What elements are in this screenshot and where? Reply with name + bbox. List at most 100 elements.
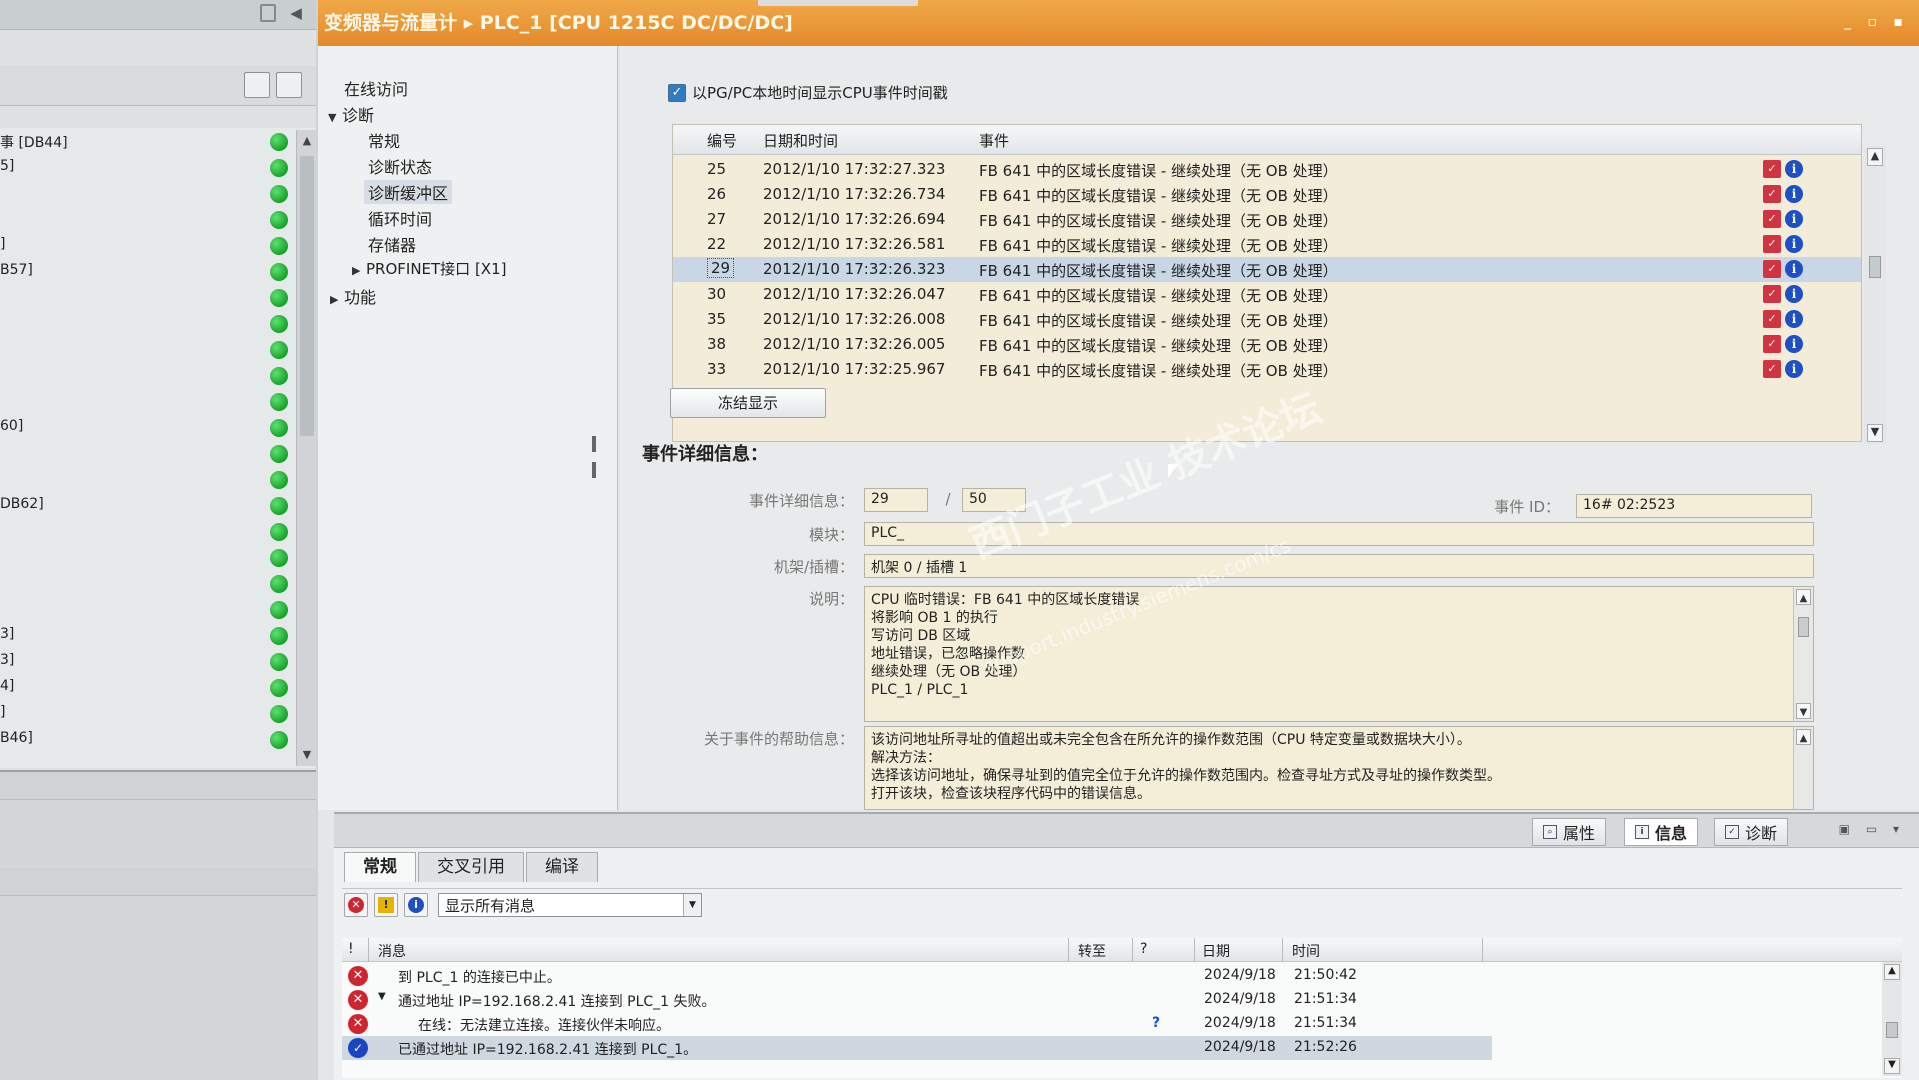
tab-properties[interactable]: ⌕ 属性 [1532, 818, 1607, 846]
tree-item[interactable] [0, 442, 300, 466]
network-view-icon[interactable] [276, 72, 302, 98]
tree-item[interactable]: 5] [0, 156, 300, 180]
window-controls[interactable]: _ ▫ ▪ [1844, 14, 1909, 30]
filter-warnings-button[interactable]: ! [374, 893, 398, 917]
tree-item[interactable]: ] [0, 234, 300, 258]
event-row[interactable]: 27 2012/1/10 17:32:26.694 FB 641 中的区域长度错误 … [673, 207, 1861, 232]
local-time-option[interactable]: ✓ 以PG/PC本地时间显示CPU事件时间戳 [668, 82, 948, 103]
column-divider[interactable] [1482, 938, 1483, 962]
table-view-icon[interactable] [244, 72, 270, 98]
tree-item[interactable]: 4] [0, 676, 300, 700]
event-row[interactable]: 22 2012/1/10 17:32:26.581 FB 641 中的区域长度错误 … [673, 232, 1861, 257]
detail-num-field[interactable]: 29 [864, 488, 928, 512]
message-row[interactable]: ✕ 到 PLC_1 的连接已中止。 2024/9/18 21:50:42 [342, 964, 1492, 988]
col-event-header[interactable]: 事件 [979, 130, 1009, 151]
local-time-checkbox[interactable]: ✓ [668, 83, 686, 102]
scroll-thumb[interactable] [1886, 1022, 1898, 1038]
chevron-down-icon[interactable]: ▼ [683, 894, 701, 916]
collapse-arrow-icon[interactable]: ▼ [378, 991, 386, 1002]
tree-item[interactable] [0, 312, 300, 336]
col-help-header[interactable]: ? [1140, 941, 1147, 957]
project-tree-scrollbar[interactable]: ▲ ▼ [296, 130, 316, 766]
tree-item[interactable]: ] [0, 702, 300, 726]
nav-diag-buffer[interactable]: 诊断缓冲区 [364, 180, 453, 204]
column-divider[interactable] [368, 938, 369, 962]
col-time-header[interactable]: 时间 [1292, 941, 1320, 961]
col-datetime-header[interactable]: 日期和时间 [763, 130, 838, 151]
tree-item[interactable]: 60] [0, 416, 300, 440]
expand-right-icon[interactable]: ▶ [330, 293, 344, 306]
column-divider[interactable] [1282, 938, 1283, 962]
scroll-down-icon[interactable]: ▼ [1884, 1058, 1900, 1074]
column-divider[interactable] [1194, 938, 1195, 962]
nav-functions[interactable]: ▶ 功能 [330, 284, 376, 308]
event-row[interactable]: 30 2012/1/10 17:32:26.047 FB 641 中的区域长度错误 … [673, 282, 1861, 307]
col-num-header[interactable]: 编号 [707, 130, 737, 151]
tree-item[interactable] [0, 208, 300, 232]
collapse-left-icon[interactable]: ◀ [286, 4, 306, 24]
tree-item[interactable] [0, 364, 300, 388]
column-divider[interactable] [1068, 938, 1069, 962]
subtab-general[interactable]: 常规 [344, 852, 416, 882]
tree-item[interactable]: 事 [DB44] [0, 130, 300, 154]
tree-item[interactable]: B46] [0, 728, 300, 752]
help-scrollbar[interactable]: ▲ [1793, 727, 1813, 809]
tab-diagnostics[interactable]: ✓ 诊断 [1714, 818, 1789, 846]
scroll-thumb[interactable] [300, 156, 314, 436]
nav-memory[interactable]: 存储器 [368, 232, 416, 256]
message-row[interactable]: ✕ ▼ 通过地址 IP=192.168.2.41 连接到 PLC_1 失败。 2024… [342, 988, 1492, 1012]
filter-errors-button[interactable]: ✕ [344, 893, 368, 917]
nav-online-access[interactable]: 在线访问 [344, 76, 408, 100]
inspector-window-controls[interactable]: ▣ ▭ ▾ [1839, 822, 1905, 836]
message-row[interactable]: ✕ 在线：无法建立连接。连接伙伴未响应。? 2024/9/18 21:51:34 [342, 1012, 1492, 1036]
event-row[interactable]: 35 2012/1/10 17:32:26.008 FB 641 中的区域长度错误 … [673, 307, 1861, 332]
scroll-thumb[interactable] [1798, 617, 1809, 637]
col-goto-header[interactable]: 转至 [1078, 941, 1106, 961]
nav-profinet[interactable]: ▶ PROFINET接口 [X1] [352, 258, 506, 282]
tree-item[interactable] [0, 598, 300, 622]
nav-diagnostics[interactable]: ▼ 诊断 [328, 102, 374, 126]
scroll-up-icon[interactable]: ▲ [1796, 729, 1811, 745]
subtab-cross-reference[interactable]: 交叉引用 [418, 852, 524, 882]
tree-item[interactable] [0, 286, 300, 310]
nav-diag-status[interactable]: 诊断状态 [368, 154, 432, 178]
tab-info[interactable]: i 信息 [1624, 818, 1699, 846]
scroll-up-icon[interactable]: ▲ [1796, 589, 1811, 605]
tree-item[interactable] [0, 520, 300, 544]
event-table-scrollbar[interactable]: ▲ ▼ [1864, 146, 1886, 444]
tree-item[interactable] [0, 546, 300, 570]
tree-item[interactable]: 3] [0, 650, 300, 674]
message-table-scrollbar[interactable]: ▲ ▼ [1882, 962, 1902, 1076]
column-divider[interactable] [1132, 938, 1133, 962]
tree-item[interactable] [0, 572, 300, 596]
description-scrollbar[interactable]: ▲ ▼ [1793, 587, 1813, 721]
scroll-up-icon[interactable]: ▲ [1867, 148, 1883, 166]
tree-item[interactable]: 3] [0, 624, 300, 648]
col-message-header[interactable]: 消息 [378, 941, 406, 961]
splitter-handle[interactable] [590, 426, 598, 506]
tree-item[interactable] [0, 468, 300, 492]
event-row[interactable]: 38 2012/1/10 17:32:26.005 FB 641 中的区域长度错误 … [673, 332, 1861, 357]
event-row[interactable]: 25 2012/1/10 17:32:27.323 FB 641 中的区域长度错误 … [673, 157, 1861, 182]
nav-general[interactable]: 常规 [368, 128, 400, 152]
event-row[interactable]: 29 2012/1/10 17:32:26.323 FB 641 中的区域长度错误 … [673, 257, 1861, 282]
tree-item[interactable] [0, 338, 300, 362]
scroll-up-icon[interactable]: ▲ [1884, 964, 1900, 980]
pin-icon[interactable] [260, 4, 276, 22]
filter-info-button[interactable]: i [404, 893, 428, 917]
expand-down-icon[interactable]: ▼ [328, 111, 342, 124]
scroll-down-icon[interactable]: ▼ [300, 748, 314, 762]
tree-item[interactable]: DB62] [0, 494, 300, 518]
nav-cycle-time[interactable]: 循环时间 [368, 206, 432, 230]
scroll-down-icon[interactable]: ▼ [1867, 424, 1883, 442]
message-filter-select[interactable]: 显示所有消息 ▼ [438, 893, 702, 917]
scroll-down-icon[interactable]: ▼ [1796, 703, 1811, 719]
freeze-display-button[interactable]: 冻结显示 [670, 388, 826, 418]
subtab-compile[interactable]: 编译 [526, 852, 598, 882]
scroll-thumb[interactable] [1869, 256, 1881, 278]
col-date-header[interactable]: 日期 [1202, 941, 1230, 961]
tree-item[interactable] [0, 182, 300, 206]
expand-right-icon[interactable]: ▶ [352, 264, 366, 277]
event-row[interactable]: 33 2012/1/10 17:32:25.967 FB 641 中的区域长度错误 … [673, 357, 1861, 382]
message-row[interactable]: ✓ 已通过地址 IP=192.168.2.41 连接到 PLC_1。 2024/9/… [342, 1036, 1492, 1060]
